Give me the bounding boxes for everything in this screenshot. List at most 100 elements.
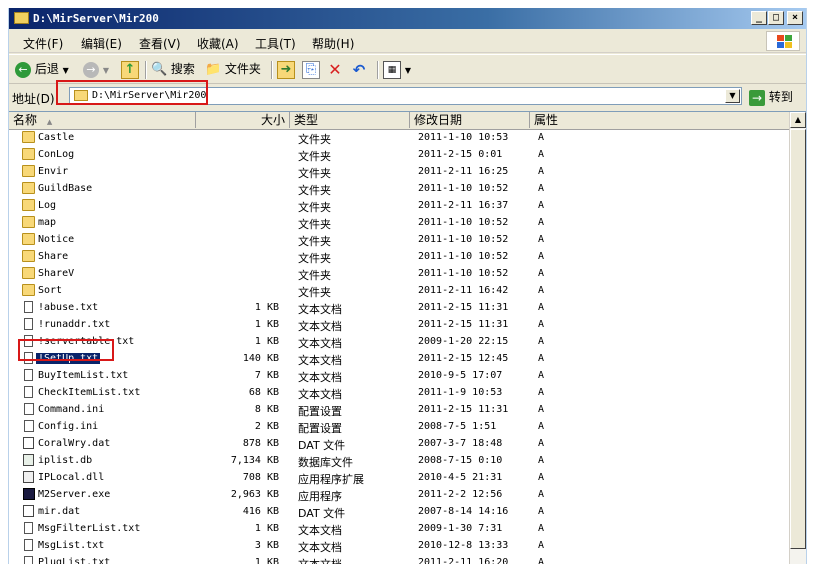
menu-file[interactable]: 文件(F): [23, 35, 63, 52]
back-button[interactable]: ← 后退 ▼: [15, 59, 69, 79]
text-file-icon: [24, 318, 33, 330]
file-name[interactable]: M2Server.exe: [38, 489, 110, 500]
copy-to-button[interactable]: ⎘: [302, 59, 320, 79]
file-row[interactable]: MsgFilterList.txt 1 KB 文本文档 2009-1-30 7:31 A: [9, 521, 789, 538]
column-size[interactable]: 大小: [196, 112, 290, 128]
file-name[interactable]: MsgFilterList.txt: [38, 523, 140, 534]
file-row[interactable]: Envir 文件夹 2011-2-11 16:25 A: [9, 164, 789, 181]
vertical-scrollbar[interactable]: ▲: [789, 112, 806, 564]
address-dropdown-button[interactable]: ▼: [725, 89, 740, 103]
file-row[interactable]: PlugList.txt 1 KB 文本文档 2011-2-11 16:20 A: [9, 555, 789, 564]
file-row[interactable]: BuyItemList.txt 7 KB 文本文档 2010-9-5 17:07 A: [9, 368, 789, 385]
file-row[interactable]: IPLocal.dll 708 KB 应用程序扩展 2010-4-5 21:31 A: [9, 470, 789, 487]
scroll-up-button[interactable]: ▲: [790, 112, 806, 128]
file-name[interactable]: CoralWry.dat: [38, 438, 110, 449]
file-row[interactable]: Share 文件夹 2011-1-10 10:52 A: [9, 249, 789, 266]
file-name[interactable]: iplist.db: [38, 455, 92, 466]
go-button[interactable]: → 转到: [749, 87, 793, 107]
file-row[interactable]: !runaddr.txt 1 KB 文本文档 2011-2-15 11:31 A: [9, 317, 789, 334]
file-row[interactable]: ConLog 文件夹 2011-2-15 0:01 A: [9, 147, 789, 164]
column-type[interactable]: 类型: [290, 112, 410, 128]
file-attributes: A: [538, 506, 545, 517]
file-attributes: A: [538, 370, 545, 381]
file-row[interactable]: Command.ini 8 KB 配置设置 2011-2-15 11:31 A: [9, 402, 789, 419]
file-size: 1 KB: [254, 319, 279, 330]
file-name[interactable]: Envir: [38, 166, 68, 177]
forward-button[interactable]: → ▼: [83, 59, 109, 79]
menu-favorites[interactable]: 收藏(A): [197, 35, 239, 52]
file-row[interactable]: Sort 文件夹 2011-2-11 16:42 A: [9, 283, 789, 300]
file-row[interactable]: MsgList.txt 3 KB 文本文档 2010-12-8 13:33 A: [9, 538, 789, 555]
file-row[interactable]: CoralWry.dat 878 KB DAT 文件 2007-3-7 18:48 A: [9, 436, 789, 453]
file-name[interactable]: GuildBase: [38, 183, 92, 194]
file-row[interactable]: Castle 文件夹 2011-1-10 10:53 A: [9, 130, 789, 147]
file-name[interactable]: !runaddr.txt: [38, 319, 110, 330]
up-folder-button[interactable]: ↑: [121, 59, 139, 79]
file-name[interactable]: map: [38, 217, 56, 228]
toolbar-separator: [271, 61, 273, 79]
address-value[interactable]: D:\MirServer\Mir200: [92, 90, 206, 101]
windows-logo-icon: [766, 31, 800, 51]
column-attributes[interactable]: 属性: [530, 112, 789, 128]
file-row[interactable]: Config.ini 2 KB 配置设置 2008-7-5 1:51 A: [9, 419, 789, 436]
file-row[interactable]: GuildBase 文件夹 2011-1-10 10:52 A: [9, 181, 789, 198]
file-row[interactable]: Log 文件夹 2011-2-11 16:37 A: [9, 198, 789, 215]
maximize-button[interactable]: □: [768, 11, 784, 25]
file-size: 1 KB: [254, 302, 279, 313]
close-button[interactable]: ×: [787, 11, 803, 25]
file-row[interactable]: Notice 文件夹 2011-1-10 10:52 A: [9, 232, 789, 249]
file-row[interactable]: !abuse.txt 1 KB 文本文档 2011-2-15 11:31 A: [9, 300, 789, 317]
file-row[interactable]: iplist.db 7,134 KB 数据库文件 2008-7-15 0:10 A: [9, 453, 789, 470]
file-name[interactable]: Share: [38, 251, 68, 262]
file-name[interactable]: Log: [38, 200, 56, 211]
file-row[interactable]: map 文件夹 2011-1-10 10:52 A: [9, 215, 789, 232]
folder-icon: [74, 90, 88, 101]
file-name[interactable]: Command.ini: [38, 404, 104, 415]
views-dropdown-icon[interactable]: ▼: [405, 66, 411, 75]
file-name[interactable]: !SetUp.txt: [34, 352, 102, 365]
file-list-view[interactable]: 名称 ▲ 大小 类型 修改日期 属性 Castle 文件夹 2011-1-10 10…: [9, 111, 806, 564]
file-row[interactable]: !SetUp.txt 140 KB 文本文档 2011-2-15 12:45 A: [9, 351, 789, 368]
file-type: 文件夹: [298, 286, 331, 299]
file-name[interactable]: BuyItemList.txt: [38, 370, 128, 381]
file-row[interactable]: M2Server.exe 2,963 KB 应用程序 2011-2-2 12:56 A: [9, 487, 789, 504]
delete-button[interactable]: ✕: [327, 59, 343, 79]
file-modified: 2008-7-5 1:51: [418, 421, 497, 432]
file-name[interactable]: Castle: [38, 132, 74, 143]
minimize-button[interactable]: _: [751, 11, 767, 25]
file-row[interactable]: CheckItemList.txt 68 KB 文本文档 2011-1-9 10:53…: [9, 385, 789, 402]
file-name[interactable]: ShareV: [38, 268, 74, 279]
column-name[interactable]: 名称 ▲: [9, 112, 196, 128]
undo-button[interactable]: ↶: [351, 59, 367, 79]
forward-dropdown-icon[interactable]: ▼: [103, 66, 109, 75]
title-bar[interactable]: D:\MirServer\Mir200 _ □ ×: [9, 8, 806, 29]
file-row[interactable]: !servertable.txt 1 KB 文本文档 2009-1-20 22:15 A: [9, 334, 789, 351]
menu-view[interactable]: 查看(V): [139, 35, 181, 52]
move-to-button[interactable]: ➜: [277, 59, 295, 79]
views-button[interactable]: ▦ ▼: [383, 59, 411, 79]
file-name[interactable]: ConLog: [38, 149, 74, 160]
file-name[interactable]: CheckItemList.txt: [38, 387, 140, 398]
file-attributes: A: [538, 132, 545, 143]
file-name[interactable]: Sort: [38, 285, 62, 296]
menu-edit[interactable]: 编辑(E): [81, 35, 122, 52]
file-name[interactable]: PlugList.txt: [38, 557, 110, 564]
file-modified: 2007-8-14 14:16: [418, 506, 509, 517]
column-modified[interactable]: 修改日期: [410, 112, 530, 128]
menu-tools[interactable]: 工具(T): [255, 35, 296, 52]
search-button[interactable]: 🔍 搜索: [151, 59, 195, 79]
scroll-thumb[interactable]: [790, 129, 806, 549]
file-name[interactable]: IPLocal.dll: [38, 472, 104, 483]
back-dropdown-icon[interactable]: ▼: [63, 66, 69, 75]
menu-help[interactable]: 帮助(H): [312, 35, 354, 52]
file-name[interactable]: MsgList.txt: [38, 540, 104, 551]
file-name[interactable]: Notice: [38, 234, 74, 245]
folders-button[interactable]: 📁 文件夹: [205, 59, 261, 79]
file-name[interactable]: !servertable.txt: [38, 336, 134, 347]
file-name[interactable]: !abuse.txt: [38, 302, 98, 313]
file-row[interactable]: mir.dat 416 KB DAT 文件 2007-8-14 14:16 A: [9, 504, 789, 521]
file-row[interactable]: ShareV 文件夹 2011-1-10 10:52 A: [9, 266, 789, 283]
file-name[interactable]: mir.dat: [38, 506, 80, 517]
address-field[interactable]: D:\MirServer\Mir200 ▼: [69, 87, 742, 105]
file-name[interactable]: Config.ini: [38, 421, 98, 432]
